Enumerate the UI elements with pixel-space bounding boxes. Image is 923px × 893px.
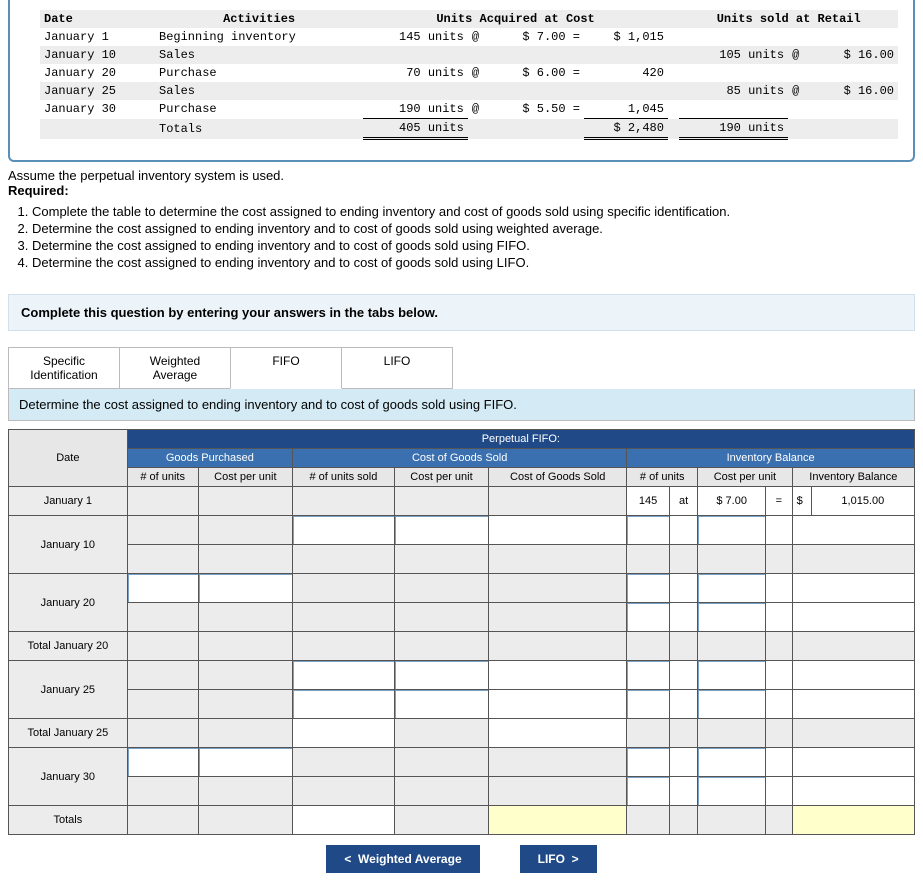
- requirements-list: Complete the table to determine the cost…: [32, 204, 913, 270]
- row-jan10: January 10: [9, 516, 915, 545]
- prev-button[interactable]: < Weighted Average: [326, 845, 479, 873]
- assume-text: Assume the perpetual inventory system is…: [8, 168, 913, 183]
- fifo-table: Date Perpetual FIFO: Goods Purchased Cos…: [8, 429, 915, 835]
- tab-weighted-average[interactable]: Weighted Average: [119, 347, 231, 389]
- tab-description: Determine the cost assigned to ending in…: [8, 389, 915, 421]
- row-jan20: January 20: [9, 574, 915, 603]
- chevron-right-icon: >: [572, 852, 579, 866]
- instructions-box: Complete this question by entering your …: [8, 294, 915, 331]
- row-jan30: January 30: [9, 748, 915, 777]
- row-jan1: January 1 145 at $ 7.00 = $ 1,015.00: [9, 487, 915, 516]
- row-totals: Totals: [9, 806, 915, 835]
- next-button[interactable]: LIFO >: [520, 845, 597, 873]
- tab-specific-identification[interactable]: Specific Identification: [8, 347, 120, 389]
- row-total-jan20: Total January 20: [9, 632, 915, 661]
- required-label: Required:: [8, 183, 69, 198]
- tab-lifo[interactable]: LIFO: [341, 347, 453, 389]
- row-total-jan25: Total January 25: [9, 719, 915, 748]
- chevron-left-icon: <: [344, 852, 351, 866]
- tabs-container: Specific Identification Weighted Average…: [8, 347, 923, 389]
- row-jan25: January 25: [9, 661, 915, 690]
- activities-table: Date Activities Units Acquired at Cost U…: [40, 10, 898, 140]
- tab-fifo[interactable]: FIFO: [230, 347, 342, 389]
